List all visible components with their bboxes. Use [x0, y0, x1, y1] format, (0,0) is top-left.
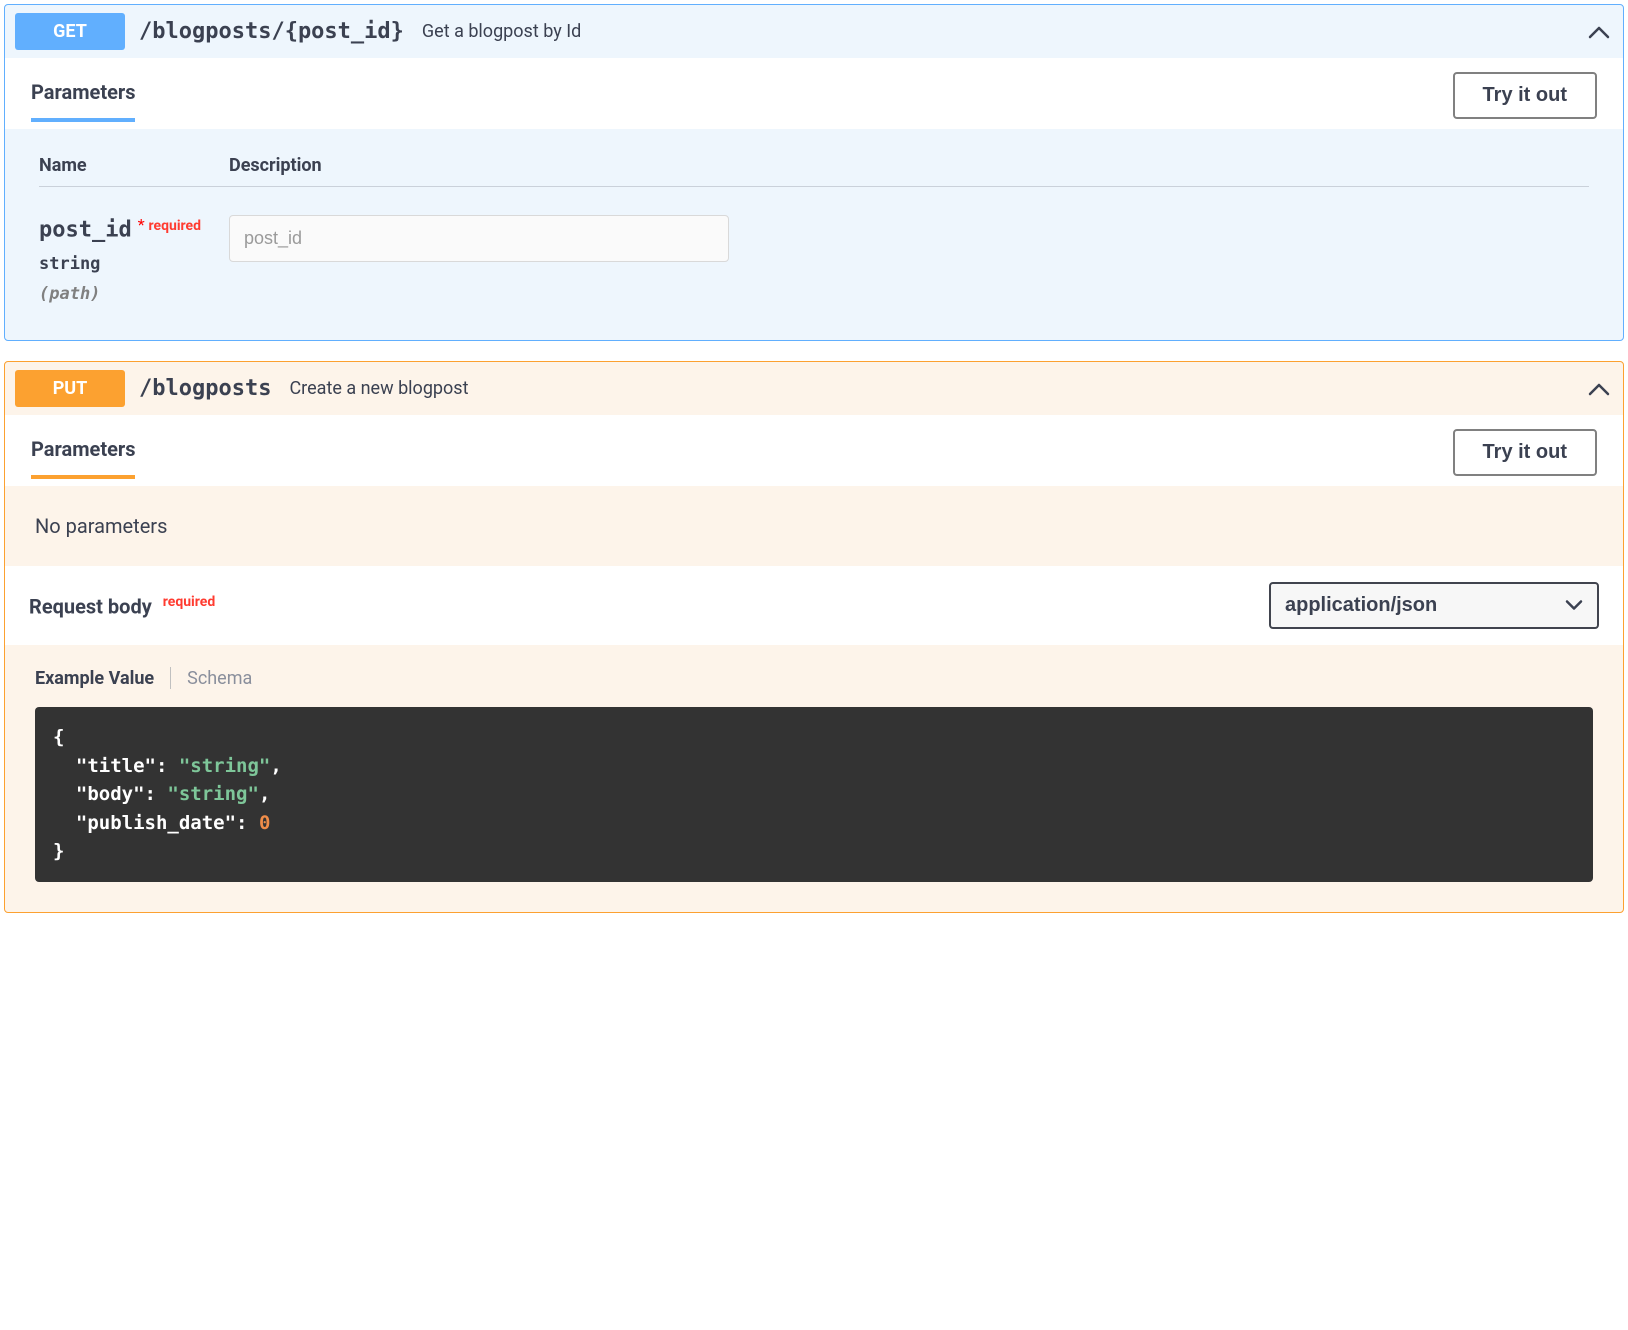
code-val-title: "string" — [179, 755, 271, 777]
code-val-publish-date: 0 — [259, 812, 270, 834]
endpoint-header-get[interactable]: GET /blogposts/{post_id} Get a blogpost … — [5, 5, 1623, 58]
code-open-brace: { — [53, 726, 64, 748]
parameters-body: Name Description post_id * required stri… — [5, 129, 1623, 340]
endpoint-summary: Create a new blogpost — [289, 378, 468, 399]
param-name-block: post_id * required string (path) — [39, 215, 229, 304]
param-name: post_id — [39, 217, 132, 242]
endpoint-path: /blogposts — [139, 376, 271, 401]
parameters-bar: Parameters Try it out — [5, 415, 1623, 486]
code-key-body: "body" — [76, 783, 145, 805]
parameters-bar: Parameters Try it out — [5, 58, 1623, 129]
post-id-input[interactable] — [229, 215, 729, 262]
param-row: post_id * required string (path) — [39, 215, 1589, 304]
code-val-body: "string" — [167, 783, 259, 805]
param-input-wrap — [229, 215, 729, 304]
code-key-publish-date: "publish_date" — [76, 812, 236, 834]
code-close-brace: } — [53, 840, 64, 862]
endpoint-put: PUT /blogposts Create a new blogpost Par… — [4, 361, 1624, 913]
content-type-select[interactable]: application/json — [1269, 582, 1599, 629]
request-body-label: Request body — [29, 594, 152, 618]
example-json-block[interactable]: { "title": "string", "body": "string", "… — [35, 707, 1593, 882]
try-it-out-button[interactable]: Try it out — [1453, 429, 1597, 476]
chevron-up-icon[interactable] — [1585, 23, 1613, 41]
try-it-out-button[interactable]: Try it out — [1453, 72, 1597, 119]
required-text: required — [149, 218, 201, 234]
method-badge-get: GET — [15, 13, 125, 50]
param-location: (path) — [39, 284, 229, 304]
column-header-name: Name — [39, 155, 229, 176]
endpoint-path: /blogposts/{post_id} — [139, 19, 404, 44]
param-type: string — [39, 254, 229, 274]
request-body-bar: Request body required application/json — [5, 566, 1623, 645]
chevron-down-icon — [1565, 594, 1583, 617]
endpoint-get: GET /blogposts/{post_id} Get a blogpost … — [4, 4, 1624, 341]
content-type-value: application/json — [1285, 594, 1437, 616]
tab-example-value[interactable]: Example Value — [35, 668, 154, 689]
body-tabs: Example Value Schema — [35, 667, 1593, 689]
chevron-up-icon[interactable] — [1585, 380, 1613, 398]
required-star: * — [138, 215, 145, 234]
no-parameters-text: No parameters — [5, 486, 1623, 566]
endpoint-summary: Get a blogpost by Id — [422, 21, 581, 42]
tab-separator — [170, 667, 171, 689]
request-body-title: Request body required — [29, 594, 215, 619]
method-badge-put: PUT — [15, 370, 125, 407]
code-key-title: "title" — [76, 755, 156, 777]
tab-parameters[interactable]: Parameters — [31, 437, 135, 479]
request-body-content: Example Value Schema { "title": "string"… — [5, 645, 1623, 912]
endpoint-header-put[interactable]: PUT /blogposts Create a new blogpost — [5, 362, 1623, 415]
tab-schema[interactable]: Schema — [187, 668, 252, 689]
column-header-description: Description — [229, 155, 1589, 176]
param-table-head: Name Description — [39, 155, 1589, 187]
required-text: required — [163, 594, 215, 610]
tab-parameters[interactable]: Parameters — [31, 80, 135, 122]
